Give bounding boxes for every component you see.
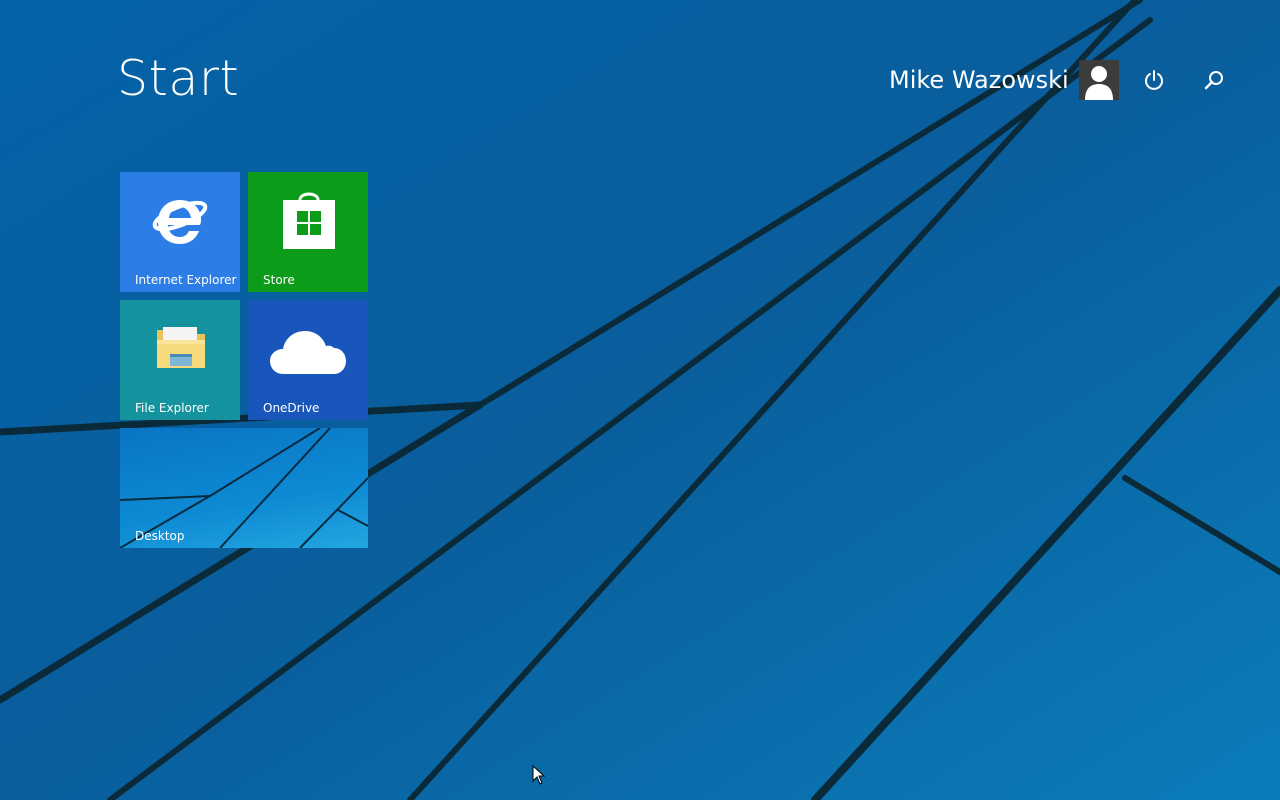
cloud-icon [270,331,346,374]
search-icon[interactable] [1200,66,1228,94]
power-icon[interactable] [1140,66,1168,94]
user-silhouette-icon [1078,60,1119,100]
tile-desktop[interactable]: Desktop [120,428,368,548]
tile-store[interactable]: Store [248,172,368,292]
tile-onedrive[interactable]: OneDrive [248,300,368,420]
tile-label: Desktop [135,529,185,543]
internet-explorer-icon [152,200,208,244]
tile-label: Store [263,273,295,287]
store-bag-icon [283,192,335,249]
user-name: Mike Wazowski [889,66,1069,94]
tile-file-explorer[interactable]: File Explorer [120,300,240,420]
tile-label: File Explorer [135,401,209,415]
tile-label: Internet Explorer [135,273,237,287]
user-account-button[interactable]: Mike Wazowski [889,60,1119,100]
folder-icon [157,327,205,368]
mouse-cursor-icon [532,765,546,785]
tile-label: OneDrive [263,401,320,415]
page-title: Start [117,50,240,107]
tile-internet-explorer[interactable]: Internet Explorer [120,172,240,292]
